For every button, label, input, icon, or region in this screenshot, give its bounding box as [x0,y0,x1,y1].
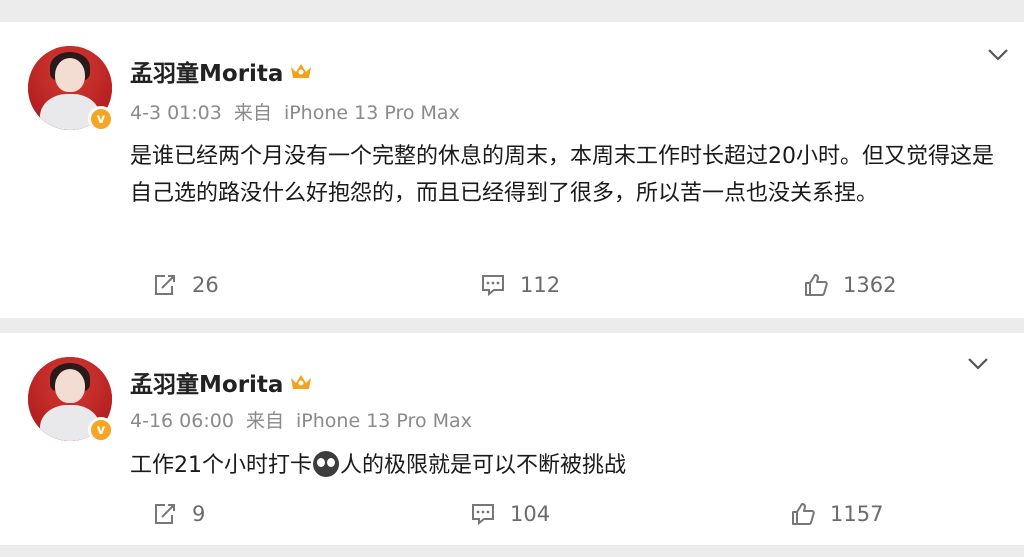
post-text: 工作21个小时打卡 人的极限就是可以不断被挑战 [130,447,1010,484]
device-source: iPhone 13 Pro Max [283,102,460,124]
like-button[interactable]: 1157 [790,494,883,534]
comment-icon [482,275,504,297]
avatar[interactable]: v [28,357,114,443]
post-text-part: 工作21个小时打卡 [130,453,312,478]
comment-button[interactable]: 104 [470,494,550,534]
thumbs-up-icon [805,274,828,296]
post-date[interactable]: 4-3 01:03 [130,102,222,124]
repost-count: 9 [192,502,206,526]
post-card: v 孟羽童Morita 4-16 06:00 来自 iPhone 13 Pro … [0,333,1024,545]
username[interactable]: 孟羽童Morita [130,365,313,399]
emoji-icon [313,451,339,477]
source-prefix: 来自 [245,410,284,432]
action-bar: 9 104 1157 [0,494,1024,534]
avatar[interactable]: v [28,46,114,132]
chevron-down-icon[interactable] [966,353,990,373]
device-source: iPhone 13 Pro Max [296,410,472,432]
action-bar: 26 112 1362 [0,265,1024,305]
post-date[interactable]: 4-16 06:00 [130,410,234,432]
username-text[interactable]: 孟羽童Morita [130,54,283,88]
crown-icon [291,375,312,389]
post-text-part: 人的极限就是可以不断被挑战 [340,453,627,478]
comment-count: 112 [520,273,561,297]
comment-button[interactable]: 112 [480,265,560,305]
thumbs-up-icon [792,503,815,525]
post-text: 是谁已经两个月没有一个完整的休息的周末，本周末工作时长超过20小时。但又觉得这是… [130,144,994,206]
repost-button[interactable]: 9 [152,494,205,534]
chevron-down-icon[interactable] [986,44,1010,64]
repost-button[interactable]: 26 [152,265,219,305]
like-count: 1157 [830,502,884,526]
post-meta: 4-3 01:03 来自 iPhone 13 Pro Max [130,98,466,125]
username-text[interactable]: 孟羽童Morita [130,365,283,399]
repost-count: 26 [192,273,219,297]
crown-icon [291,64,312,78]
verified-badge-icon: v [88,106,114,132]
verified-badge-icon: v [88,417,114,443]
repost-icon [155,504,175,524]
username[interactable]: 孟羽童Morita [130,54,313,88]
like-button[interactable]: 1362 [803,265,896,305]
post-meta: 4-16 06:00 来自 iPhone 13 Pro Max [130,406,478,433]
repost-icon [155,275,175,295]
like-count: 1362 [843,273,897,297]
comment-count: 104 [510,502,551,526]
comment-icon [472,504,494,526]
source-prefix: 来自 [233,102,272,124]
post-card: v 孟羽童Morita 4-3 01:03 来自 iPhone 13 Pro M… [0,22,1024,318]
